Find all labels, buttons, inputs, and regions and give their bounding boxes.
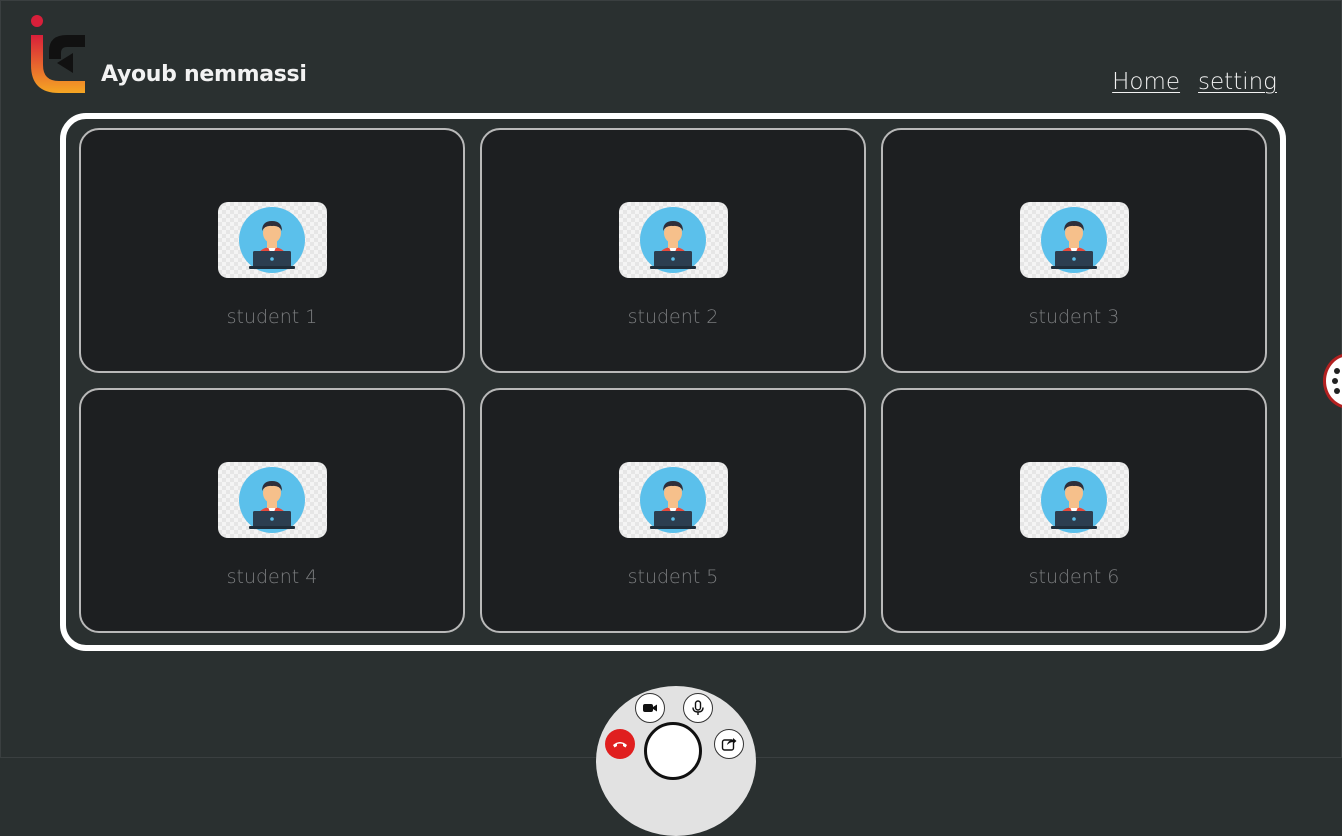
student-grid: student 1 student 2 student 3 student 4 …: [60, 113, 1286, 651]
student-tile-3[interactable]: student 3: [881, 128, 1267, 373]
nav-home-link[interactable]: Home: [1112, 69, 1180, 95]
microphone-toggle-button[interactable]: [683, 693, 713, 723]
share-screen-button[interactable]: [714, 729, 744, 759]
student-avatar-icon: [1041, 207, 1107, 273]
student-avatar-icon: [640, 467, 706, 533]
camera-toggle-button[interactable]: [635, 693, 665, 723]
student-avatar: [619, 202, 728, 278]
app-logo: [31, 15, 85, 93]
microphone-icon: [692, 700, 704, 715]
student-avatar-icon: [239, 467, 305, 533]
student-name: student 4: [226, 566, 318, 588]
share-screen-icon: [721, 738, 737, 751]
student-name: student 2: [627, 306, 719, 328]
handle-dot: [1334, 388, 1340, 394]
student-name: student 3: [1028, 306, 1120, 328]
handle-dot: [1332, 378, 1338, 384]
student-avatar: [1020, 462, 1129, 538]
handle-dot: [1334, 368, 1340, 374]
student-avatar: [619, 462, 728, 538]
hang-up-button[interactable]: [605, 729, 635, 759]
student-avatar: [1020, 202, 1129, 278]
student-tile-2[interactable]: student 2: [480, 128, 866, 373]
call-control-dial: [596, 686, 756, 836]
hang-up-icon: [613, 742, 627, 748]
main-action-button[interactable]: [644, 722, 702, 780]
user-name: Ayoub nemmassi: [101, 62, 307, 87]
nav-setting-link[interactable]: setting: [1198, 69, 1277, 95]
student-avatar: [218, 462, 327, 538]
student-name: student 5: [627, 566, 719, 588]
student-tile-1[interactable]: student 1: [79, 128, 465, 373]
student-tile-5[interactable]: student 5: [480, 388, 866, 633]
app-window: Ayoub nemmassi Home setting student 1 st…: [0, 0, 1342, 836]
student-name: student 6: [1028, 566, 1120, 588]
top-nav: Home setting: [1112, 69, 1277, 95]
video-camera-icon: [643, 704, 657, 712]
student-avatar-icon: [640, 207, 706, 273]
side-panel-handle[interactable]: [1323, 353, 1342, 409]
student-avatar-icon: [1041, 467, 1107, 533]
student-avatar-icon: [239, 207, 305, 273]
student-avatar: [218, 202, 327, 278]
student-tile-6[interactable]: student 6: [881, 388, 1267, 633]
student-tile-4[interactable]: student 4: [79, 388, 465, 633]
student-name: student 1: [226, 306, 318, 328]
